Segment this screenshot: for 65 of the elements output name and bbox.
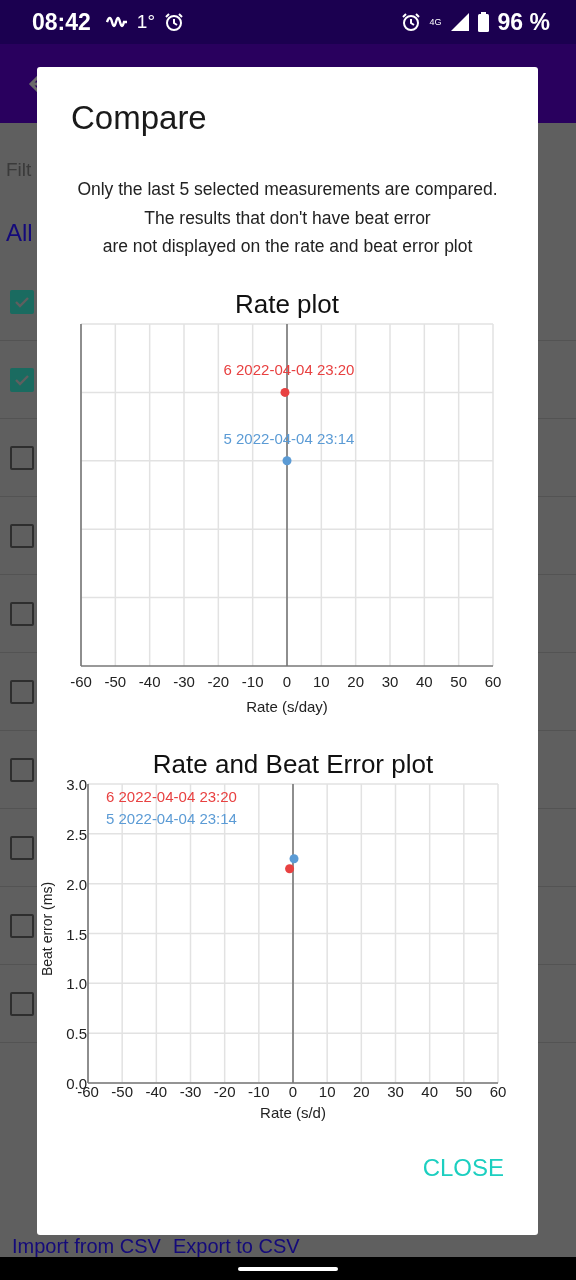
tick-label: 10 xyxy=(313,672,330,690)
chart-title: Rate plot xyxy=(234,288,340,319)
checkbox[interactable] xyxy=(10,835,34,860)
export-link[interactable]: Export to CSV xyxy=(172,1235,300,1257)
tick-label: 40 xyxy=(421,1082,438,1100)
legend-entry: 5 2022-04-04 23:14 xyxy=(106,809,237,827)
tick-label: 1.0 xyxy=(66,974,87,992)
tick-label: -40 xyxy=(138,672,161,690)
tick-label: -40 xyxy=(145,1082,168,1100)
tick-label: -50 xyxy=(111,1082,133,1100)
checkbox[interactable] xyxy=(10,445,34,470)
tick-label: -30 xyxy=(179,1082,202,1100)
tick-label: 60 xyxy=(484,672,502,690)
tick-label: -20 xyxy=(207,672,230,690)
tick-label: 0.5 xyxy=(66,1024,87,1042)
battery-percent: 96 % xyxy=(497,8,550,36)
tick-label: -10 xyxy=(241,672,264,690)
home-handle[interactable] xyxy=(238,1266,338,1271)
all-link[interactable]: All xyxy=(6,219,33,247)
import-link[interactable]: Import from CSV xyxy=(12,1235,161,1257)
checkbox[interactable] xyxy=(10,601,34,626)
checkbox[interactable] xyxy=(10,991,34,1016)
tick-label: -30 xyxy=(173,672,195,690)
tick-label: 60 xyxy=(489,1082,507,1100)
legend-entry: 6 2022-04-04 23:20 xyxy=(106,787,237,805)
signal-icon xyxy=(450,13,469,31)
battery-icon xyxy=(477,12,489,32)
tick-label: 0 xyxy=(282,672,292,690)
tick-label: 1.5 xyxy=(66,925,87,942)
tick-label: 30 xyxy=(381,672,399,690)
temperature: 1° xyxy=(136,11,155,33)
checkbox[interactable] xyxy=(10,679,34,704)
checkbox[interactable] xyxy=(10,367,34,392)
alarm-icon xyxy=(400,12,421,32)
tick-label: -60 xyxy=(70,672,92,690)
clock-time: 08:42 xyxy=(32,8,91,36)
checkbox[interactable] xyxy=(10,523,34,548)
tick-label: 3.0 xyxy=(66,775,87,793)
tick-label: 50 xyxy=(450,672,467,690)
tick-label: -50 xyxy=(104,672,127,690)
dialog-message: Only the last 5 selected measurements are compared. The results that don't have beat error are not displayed on the rate and beat error plot xyxy=(76,178,499,258)
axis-title: Rate (s/day) xyxy=(246,697,328,715)
close-button[interactable]: CLOSE xyxy=(418,1149,508,1186)
network-type: 4G xyxy=(429,17,442,27)
tick-label: -20 xyxy=(213,1082,236,1100)
tick-label: -10 xyxy=(248,1082,270,1100)
tick-label: 20 xyxy=(347,672,364,690)
tick-label: 30 xyxy=(387,1082,404,1100)
tick-label: 50 xyxy=(455,1082,473,1100)
tick-label: 20 xyxy=(353,1082,370,1100)
tick-label: 2.5 xyxy=(66,825,87,843)
tick-label: 10 xyxy=(318,1082,336,1100)
axis-title: Rate (s/d) xyxy=(260,1103,326,1121)
tick-label: 2.0 xyxy=(66,875,87,893)
alarm-icon xyxy=(164,12,184,32)
data-point xyxy=(285,863,295,873)
chart-title: Rate and Beat Error plot xyxy=(152,748,434,779)
dialog-title: Compare xyxy=(71,99,207,137)
checkbox[interactable] xyxy=(10,757,34,782)
data-point xyxy=(289,853,299,863)
checkbox[interactable] xyxy=(10,289,34,314)
axis-title: Beat error (ms) xyxy=(39,881,55,976)
tick-label: 0 xyxy=(288,1082,298,1100)
tick-label: 40 xyxy=(416,672,433,690)
checkbox[interactable] xyxy=(10,913,34,938)
